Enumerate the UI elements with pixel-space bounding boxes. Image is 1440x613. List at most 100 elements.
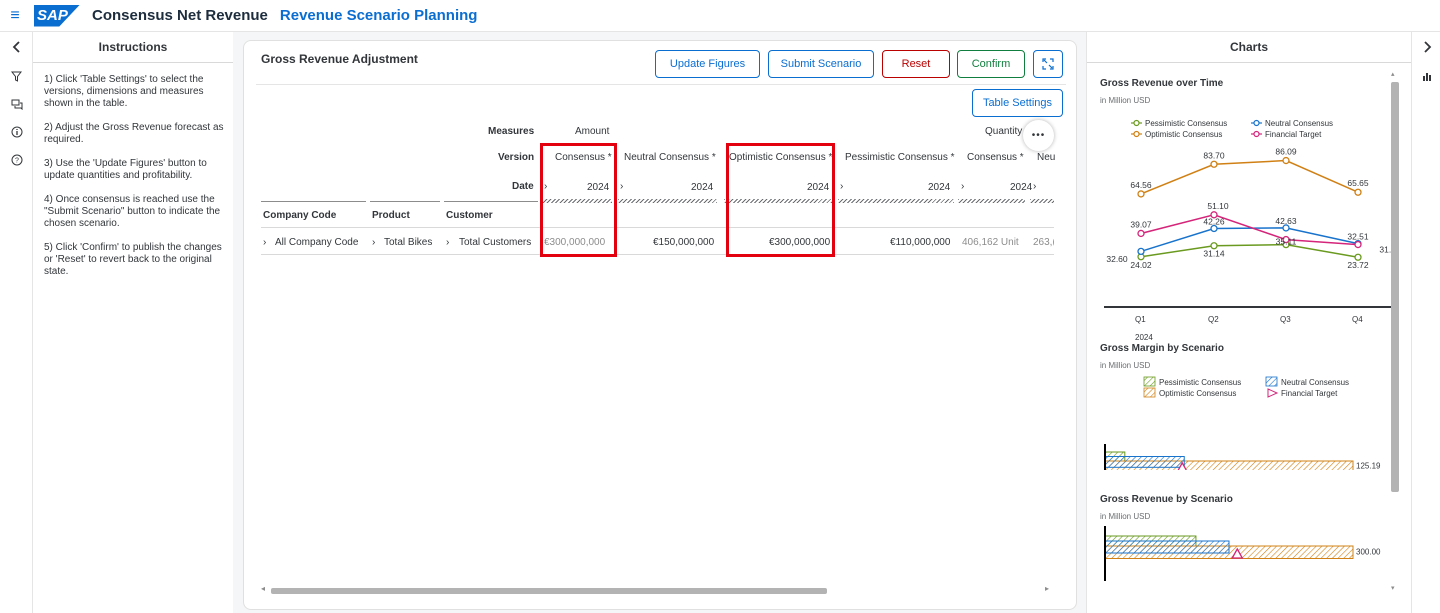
legend-label-neutral: Neutral Consensus	[1281, 378, 1349, 387]
chart1-title: Gross Revenue over Time	[1100, 78, 1224, 89]
expand-chevron-icon[interactable]: ›	[840, 181, 843, 192]
page-title: Revenue Scenario Planning	[279, 7, 478, 24]
data-point-target	[1137, 229, 1145, 238]
data-label-optimistic: 86.09	[1275, 147, 1297, 157]
expand-chevron-icon[interactable]: ›	[263, 237, 266, 248]
header-hatch	[618, 199, 717, 203]
legend-label-pessimistic: Pessimistic Consensus	[1145, 119, 1227, 128]
charts-title: Charts	[1087, 32, 1411, 63]
chevron-right-icon[interactable]	[1412, 32, 1440, 62]
instructions-panel: Instructions 1) Click 'Table Settings' t…	[33, 32, 233, 613]
data-label-optimistic: 64.56	[1130, 180, 1152, 190]
x-tick-label: Q3	[1280, 315, 1291, 324]
legend-marker-pessimistic	[1133, 119, 1140, 127]
table-settings-button[interactable]: Table Settings	[972, 89, 1063, 117]
vertical-scrollbar[interactable]	[1391, 82, 1399, 492]
version-col-5[interactable]: Consensus *	[967, 152, 1024, 163]
version-col-6[interactable]: Neu	[1037, 152, 1055, 163]
instruction-step-5: 5) Click 'Confirm' to publish the change…	[44, 242, 222, 277]
expand-chevron-icon[interactable]: ›	[446, 237, 449, 248]
scroll-right-icon[interactable]: ▸	[1045, 584, 1049, 593]
measures-label: Measures	[488, 126, 535, 137]
expand-chevron-icon[interactable]: ›	[1033, 181, 1036, 192]
data-label-extra: 32.60	[1106, 254, 1128, 264]
date-label: Date	[512, 181, 534, 192]
update-figures-button[interactable]: Update Figures	[655, 50, 760, 78]
scrollbar-thumb[interactable]	[271, 588, 827, 594]
chart2-subtitle: in Million USD	[1100, 361, 1151, 370]
instruction-step-1: 1) Click 'Table Settings' to select the …	[44, 74, 204, 109]
data-label-target: 35.11	[1276, 237, 1297, 247]
left-rail: ?	[0, 32, 33, 613]
help-icon[interactable]: ?	[0, 146, 33, 174]
data-label-optimistic: 65.65	[1347, 178, 1369, 188]
dim-header-product[interactable]: Product	[372, 210, 410, 221]
row-divider	[261, 254, 1054, 255]
chart1-subtitle: in Million USD	[1100, 96, 1151, 105]
row-company[interactable]: All Company Code	[275, 237, 358, 248]
confirm-button[interactable]: Confirm	[957, 50, 1025, 78]
legend-marker-optimistic	[1133, 130, 1140, 138]
more-options-button[interactable]: •••	[1023, 120, 1054, 151]
chevron-left-icon[interactable]	[0, 32, 33, 62]
row-product[interactable]: Total Bikes	[384, 237, 432, 248]
dim-header-customer[interactable]: Customer	[446, 210, 493, 221]
measure-quantity: Quantity	[985, 126, 1023, 137]
data-label-neutral: 42.63	[1275, 216, 1297, 226]
version-col-4[interactable]: Pessimistic Consensus *	[845, 152, 954, 163]
expand-chevron-icon[interactable]: ›	[372, 237, 375, 248]
menu-icon[interactable]: ≡	[0, 0, 30, 32]
row-customer[interactable]: Total Customers	[459, 237, 531, 248]
sap-logo: SAP	[34, 4, 80, 27]
legend-label-neutral: Neutral Consensus	[1265, 119, 1333, 128]
dim-header-line	[444, 201, 538, 202]
legend-label-optimistic: Optimistic Consensus	[1159, 389, 1236, 398]
dim-header-company[interactable]: Company Code	[263, 210, 336, 221]
data-point-optimistic	[1282, 156, 1290, 165]
bar-neutral	[1104, 540, 1230, 554]
right-rail	[1411, 32, 1440, 613]
cell-neutral-quantity[interactable]: 263,(	[1033, 237, 1054, 248]
chart-icon[interactable]	[1412, 62, 1440, 90]
cell-neutral-amount[interactable]: €150,000,000	[653, 237, 714, 248]
filter-icon[interactable]	[0, 62, 33, 90]
measure-amount: Amount	[575, 126, 610, 137]
data-label-pessimistic: 24.02	[1130, 260, 1152, 270]
cell-consensus-quantity[interactable]: 406,162 Unit	[962, 237, 1019, 248]
highlight-optimistic-column	[726, 143, 835, 257]
series-line-optimistic	[1140, 159, 1359, 195]
legend-label-pessimistic: Pessimistic Consensus	[1159, 378, 1241, 387]
expand-chevron-icon[interactable]: ›	[620, 181, 623, 192]
comment-icon[interactable]	[0, 90, 33, 118]
chart3-subtitle: in Million USD	[1100, 512, 1151, 521]
scroll-down-icon[interactable]: ▾	[1391, 584, 1395, 592]
data-point-target	[1210, 211, 1218, 219]
fullscreen-icon[interactable]	[1033, 50, 1063, 78]
submit-scenario-button[interactable]: Submit Scenario	[768, 50, 874, 78]
expand-chevron-icon[interactable]: ›	[961, 181, 964, 192]
x-tick-label: Q1	[1135, 315, 1146, 324]
bar-chart-gross-margin: Pessimistic Consensus Neutral Consensus Op…	[1104, 376, 1381, 470]
horizontal-scrollbar[interactable]: ◂ ▸	[261, 584, 1051, 595]
data-label-target: 31.88	[1379, 245, 1391, 255]
legend-label-optimistic: Optimistic Consensus	[1145, 130, 1222, 139]
bar-value-label: 125.19	[1356, 462, 1381, 470]
instruction-step-3: 3) Use the 'Update Figures' button to up…	[44, 158, 207, 181]
info-icon[interactable]	[0, 118, 33, 146]
header-hatch	[1030, 199, 1054, 203]
header-hatch	[958, 199, 1025, 203]
legend-swatch-neutral	[1265, 376, 1278, 387]
reset-button[interactable]: Reset	[882, 50, 950, 78]
instruction-step-2: 2) Adjust the Gross Revenue forecast as …	[44, 122, 224, 145]
data-point-optimistic	[1137, 190, 1145, 198]
cell-pessimistic-amount[interactable]: €110,000,000	[890, 237, 950, 248]
date-col-5: 2024	[1010, 182, 1033, 193]
scroll-left-icon[interactable]: ◂	[261, 584, 265, 593]
charts-panel: Charts Gross Revenue over Time in Millio…	[1086, 32, 1411, 613]
header-hatch	[838, 199, 954, 203]
gross-revenue-card: Gross Revenue Adjustment Update Figures …	[243, 40, 1077, 610]
version-col-2[interactable]: Neutral Consensus *	[624, 152, 716, 163]
series-line-pessimistic	[1140, 243, 1359, 258]
scroll-up-icon[interactable]: ▴	[1391, 70, 1395, 78]
x-tick-label: Q2	[1208, 315, 1219, 324]
